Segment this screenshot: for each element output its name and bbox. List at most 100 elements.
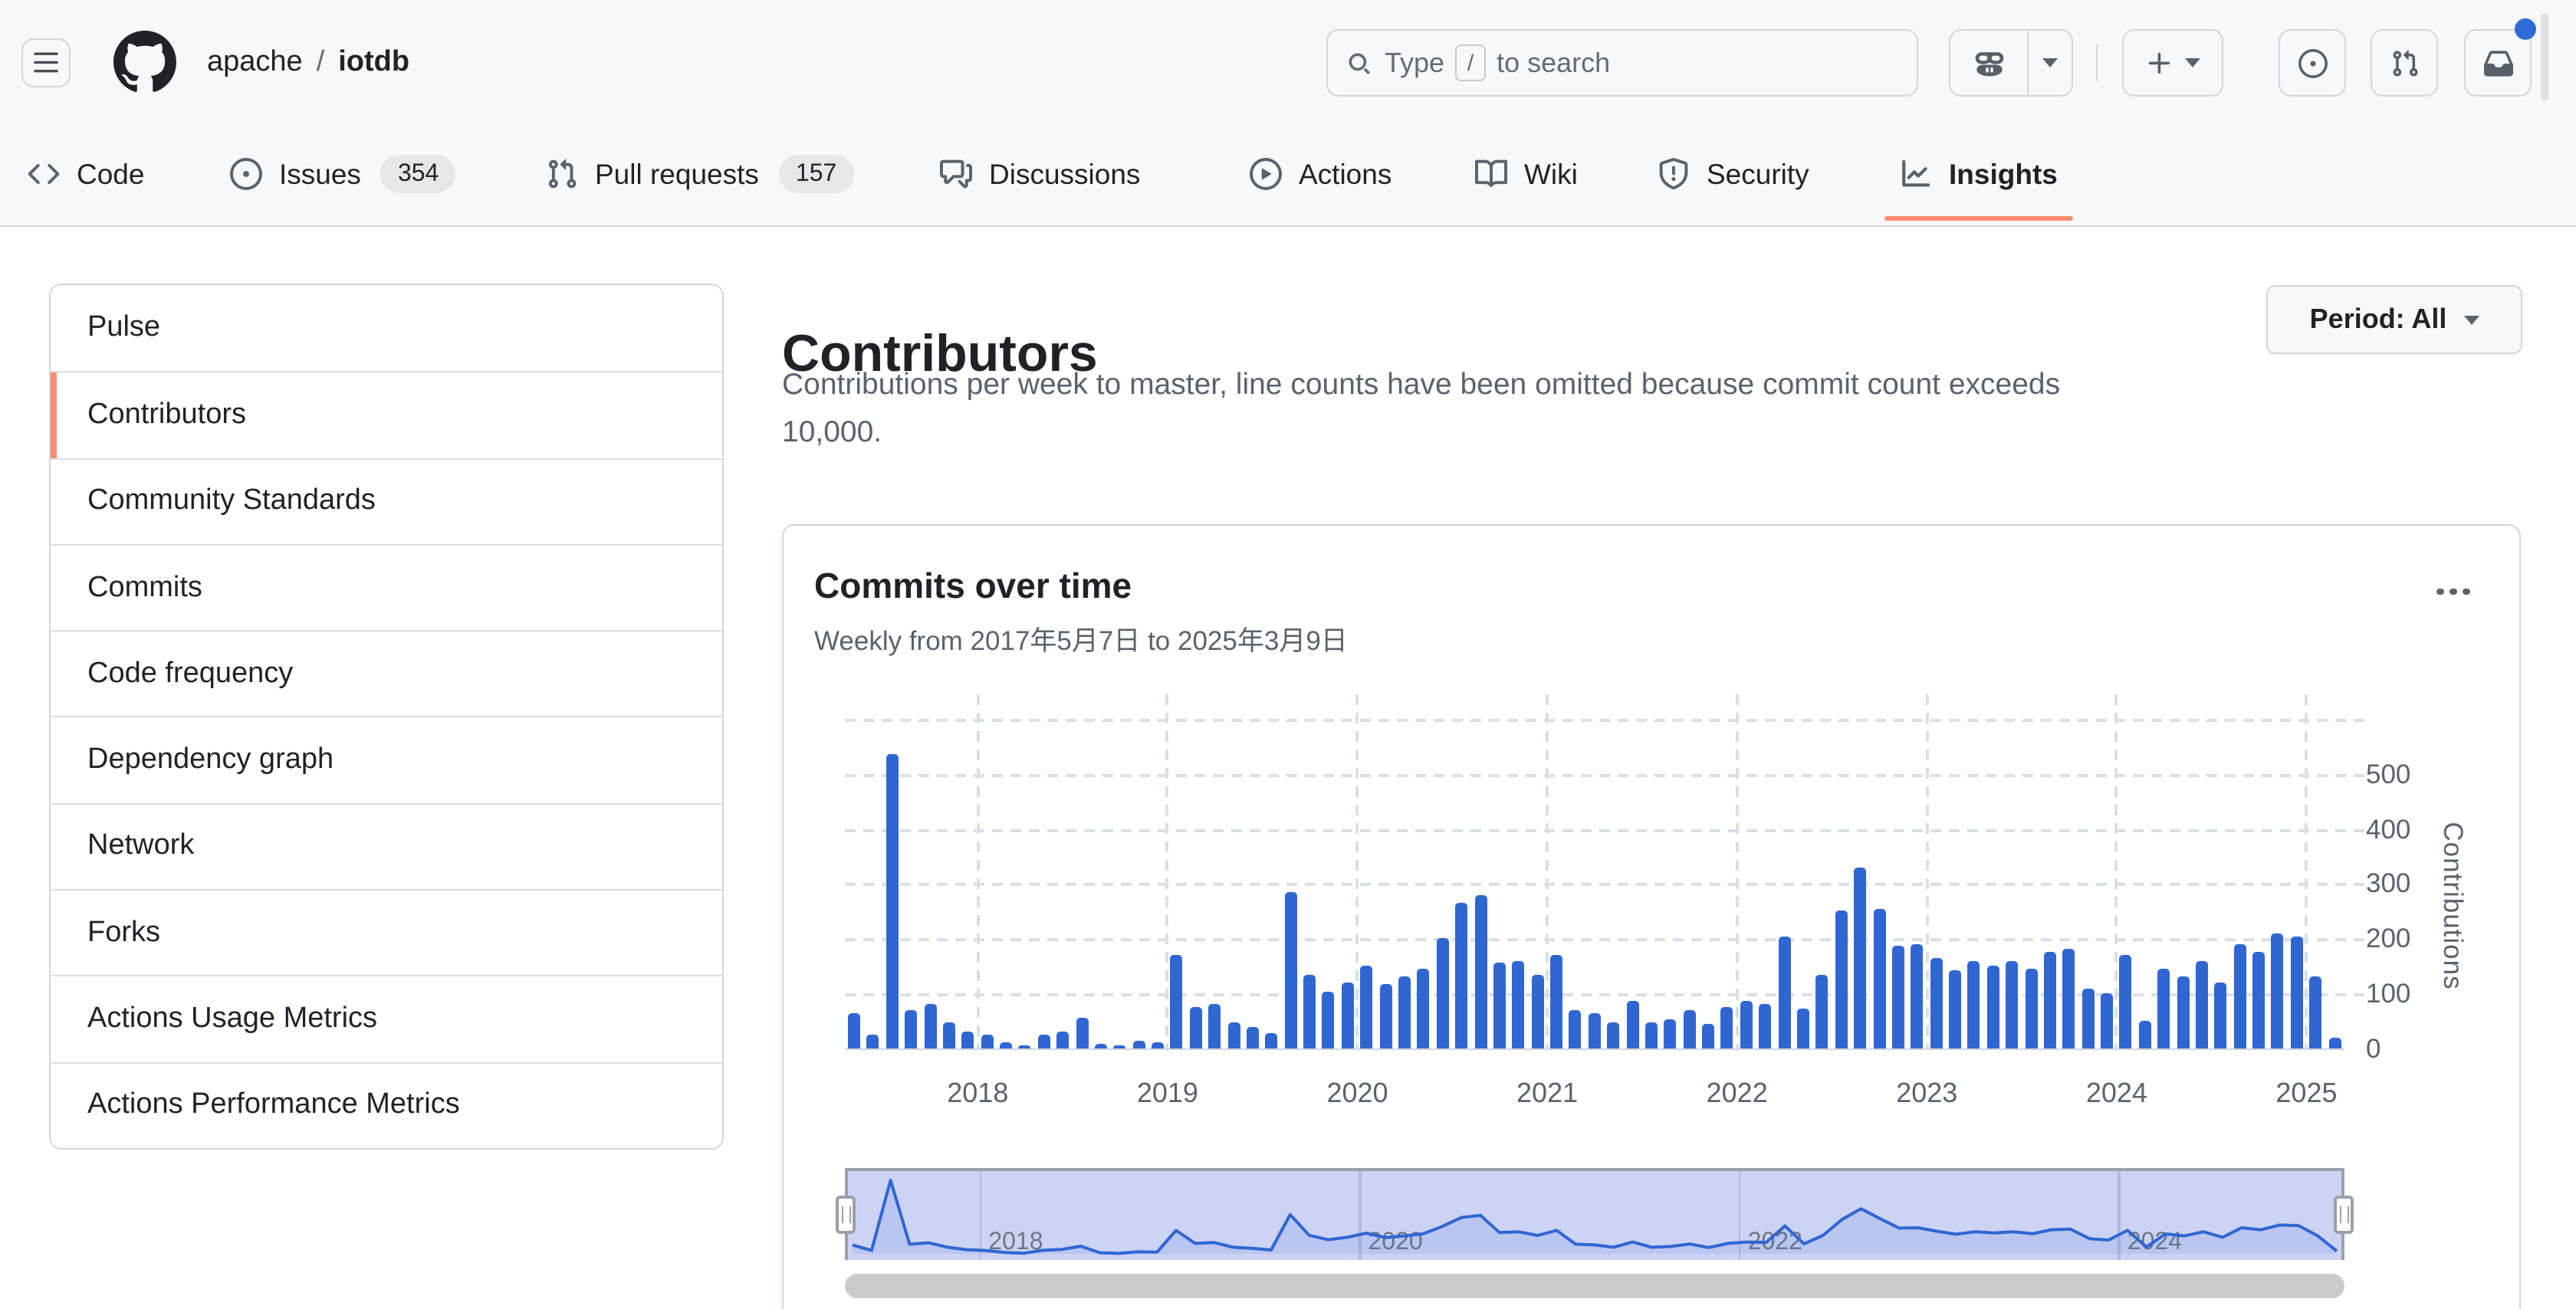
top-header: apache / iotdb Type / to search xyxy=(0,0,2576,227)
sidebar-item-code-frequency[interactable]: Code frequency xyxy=(51,630,722,717)
commit-bar xyxy=(1284,892,1296,1048)
tab-label: Code xyxy=(77,157,144,191)
create-new-button[interactable] xyxy=(2122,29,2223,97)
tab-actions[interactable]: Actions xyxy=(1250,126,1392,222)
github-logo[interactable] xyxy=(113,31,176,94)
page-scrollbar-thumb[interactable] xyxy=(2541,14,2548,101)
sidebar-item-community-standards[interactable]: Community Standards xyxy=(51,458,722,544)
breadcrumb-repo[interactable]: iotdb xyxy=(338,46,409,80)
tab-code[interactable]: Code xyxy=(28,126,144,222)
graph-icon xyxy=(1900,158,1932,190)
breadcrumb: apache / iotdb xyxy=(207,0,409,126)
issues-dashboard-button[interactable] xyxy=(2279,29,2346,97)
git-pull-request-icon xyxy=(2390,48,2419,77)
chevron-down-icon xyxy=(2185,58,2200,67)
commit-bar xyxy=(1361,966,1373,1048)
sidebar-item-network[interactable]: Network xyxy=(51,803,722,890)
commit-bar xyxy=(2006,960,2018,1048)
y-tick-label: 400 xyxy=(2366,813,2410,845)
commit-bar xyxy=(1797,1009,1809,1048)
commit-bar xyxy=(1019,1045,1031,1048)
y-axis-title: Contributions xyxy=(2436,822,2469,989)
search-icon xyxy=(1346,50,1372,76)
code-icon xyxy=(28,158,60,190)
tab-insights[interactable]: Insights xyxy=(1900,126,2058,222)
pull-requests-dashboard-button[interactable] xyxy=(2371,29,2438,97)
copilot-icon xyxy=(1970,44,2008,82)
tab-count-badge: 157 xyxy=(779,155,853,193)
sidebar-item-forks[interactable]: Forks xyxy=(51,889,722,976)
commit-bar xyxy=(1740,1001,1753,1048)
sidebar-item-actions-performance-metrics[interactable]: Actions Performance Metrics xyxy=(51,1061,722,1148)
copilot-button[interactable] xyxy=(1950,31,2027,95)
chart-horizontal-scrollbar[interactable] xyxy=(845,1274,2344,1298)
navigator-right-handle[interactable] xyxy=(2334,1196,2354,1234)
year-gridline xyxy=(1736,694,1739,1050)
commit-bar xyxy=(1835,911,1847,1048)
commit-bar xyxy=(1645,1022,1658,1048)
commit-bar xyxy=(1227,1022,1240,1048)
tab-security[interactable]: Security xyxy=(1658,126,1809,222)
commit-bar xyxy=(867,1035,879,1048)
commit-bar xyxy=(1132,1040,1145,1048)
commit-bar xyxy=(2157,969,2170,1048)
commits-over-time-card: Commits over time Weekly from 2017年5月7日 … xyxy=(782,524,2521,1309)
copilot-menu-button[interactable] xyxy=(2029,58,2072,67)
search-placeholder-prefix: Type xyxy=(1385,47,1444,79)
commit-bar xyxy=(1987,965,1999,1048)
period-dropdown-label: Period: All xyxy=(2310,303,2447,336)
breadcrumb-owner[interactable]: apache xyxy=(207,46,303,80)
commit-bar xyxy=(1683,1009,1695,1048)
value-gridline xyxy=(845,993,2366,996)
commit-bar xyxy=(1702,1023,1714,1048)
commit-bar xyxy=(1664,1019,1677,1048)
commit-bar xyxy=(1816,975,1829,1048)
sidebar-item-pulse[interactable]: Pulse xyxy=(51,285,722,372)
commit-bar xyxy=(1379,983,1392,1048)
sidebar-item-actions-usage-metrics[interactable]: Actions Usage Metrics xyxy=(51,976,722,1062)
commit-bar xyxy=(1437,939,1449,1048)
commit-bar xyxy=(1455,904,1467,1048)
commit-bar xyxy=(1152,1042,1164,1048)
commit-bar xyxy=(2196,960,2208,1048)
commit-bar xyxy=(2101,993,2113,1048)
notification-dot xyxy=(2515,18,2536,40)
sidebar-item-commits[interactable]: Commits xyxy=(51,544,722,631)
commit-bar xyxy=(2215,983,2227,1048)
git-pull-request-icon xyxy=(546,158,578,190)
navigator-left-handle[interactable] xyxy=(836,1196,856,1234)
hamburger-button[interactable] xyxy=(21,38,71,87)
tab-label: Wiki xyxy=(1524,157,1578,191)
grip-icon xyxy=(841,1206,850,1223)
tab-wiki[interactable]: Wiki xyxy=(1475,126,1578,222)
x-tick-label: 2018 xyxy=(909,1078,1046,1110)
tab-label: Security xyxy=(1707,157,1809,191)
commit-bar xyxy=(1759,1003,1771,1048)
year-gridline xyxy=(976,694,979,1050)
sidebar-item-dependency-graph[interactable]: Dependency graph xyxy=(51,717,722,803)
commit-bar xyxy=(1038,1034,1050,1048)
tab-issues[interactable]: Issues354 xyxy=(230,126,455,222)
tab-discussions[interactable]: Discussions xyxy=(940,126,1140,222)
period-dropdown-button[interactable]: Period: All xyxy=(2266,285,2522,354)
x-tick-label: 2021 xyxy=(1478,1078,1616,1110)
year-gridline xyxy=(1546,694,1549,1050)
search-input[interactable]: Type / to search xyxy=(1326,29,1918,97)
value-gridline xyxy=(845,828,2366,832)
commit-bar xyxy=(1968,960,1980,1048)
tab-count-badge: 354 xyxy=(381,155,455,193)
commit-bar xyxy=(1589,1012,1601,1048)
commit-bar xyxy=(943,1022,955,1048)
chart-range-navigator[interactable]: 2018202020222024 xyxy=(845,1168,2344,1260)
sidebar-item-contributors[interactable]: Contributors xyxy=(51,372,722,458)
y-tick-label: 100 xyxy=(2366,978,2410,1010)
page-description-line2: 10,000. xyxy=(782,409,2060,457)
commit-bar xyxy=(981,1035,993,1048)
commit-bar xyxy=(2063,950,2075,1048)
tab-pull-requests[interactable]: Pull requests157 xyxy=(546,126,853,222)
commit-bar xyxy=(2252,953,2265,1048)
commit-bar xyxy=(848,1013,860,1048)
commit-bar xyxy=(2233,944,2246,1048)
copilot-split-button[interactable] xyxy=(1949,29,2073,97)
commit-bar xyxy=(1303,974,1316,1048)
